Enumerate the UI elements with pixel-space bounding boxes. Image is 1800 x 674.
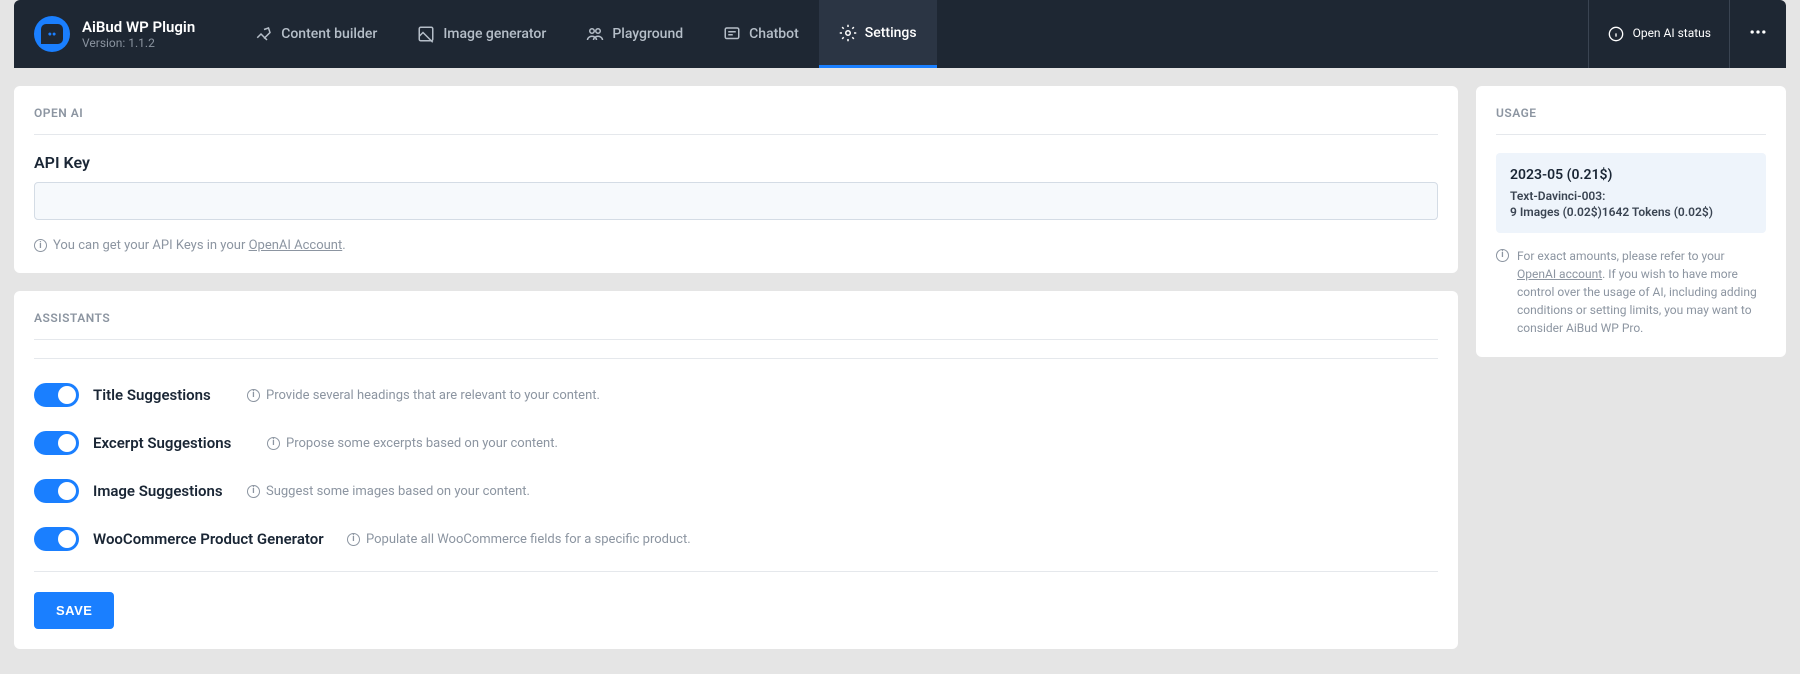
toggle-woocommerce-generator[interactable] [34, 527, 79, 551]
openai-account-link[interactable]: OpenAI account [1517, 267, 1602, 281]
toggle-desc: iPopulate all WooCommerce fields for a s… [347, 532, 691, 547]
nav-settings[interactable]: Settings [819, 0, 937, 68]
info-icon: i [247, 389, 260, 402]
usage-date: 2023-05 (0.21$) [1510, 167, 1752, 183]
assistants-panel: ASSISTANTS Title Suggestions iProvide se… [14, 291, 1458, 649]
nav-label: Settings [865, 25, 917, 41]
dots-horizontal-icon [1748, 22, 1768, 46]
nav-image-generator[interactable]: Image generator [397, 0, 566, 68]
info-icon: i [267, 437, 280, 450]
toggle-image-suggestions[interactable] [34, 479, 79, 503]
app-header: ●● AiBud WP Plugin Version: 1.1.2 Conten… [14, 0, 1786, 68]
api-key-label: API Key [34, 153, 1438, 172]
nav-label: Playground [612, 26, 683, 42]
chat-icon [723, 25, 741, 43]
usage-summary: 2023-05 (0.21$) Text-Davinci-003: 9 Imag… [1496, 153, 1766, 233]
api-key-help: i You can get your API Keys in your Open… [34, 238, 1438, 253]
usage-panel: USAGE 2023-05 (0.21$) Text-Davinci-003: … [1476, 86, 1786, 357]
gear-icon [839, 24, 857, 42]
usage-note: i For exact amounts, please refer to you… [1496, 247, 1766, 337]
toggle-label: Title Suggestions [93, 386, 233, 404]
status-label: Open AI status [1633, 27, 1711, 40]
nav-label: Content builder [281, 26, 377, 42]
api-key-input[interactable] [34, 182, 1438, 220]
main-nav: Content builder Image generator Playgrou… [235, 0, 936, 68]
panel-title: OPEN AI [34, 106, 1438, 135]
assistant-row-woocommerce-generator: WooCommerce Product Generator iPopulate … [34, 515, 1438, 563]
toggle-label: Excerpt Suggestions [93, 434, 253, 452]
toggle-excerpt-suggestions[interactable] [34, 431, 79, 455]
usage-model: Text-Davinci-003: [1510, 189, 1752, 203]
assistant-row-excerpt-suggestions: Excerpt Suggestions iPropose some excerp… [34, 419, 1438, 467]
users-icon [586, 25, 604, 43]
more-menu-button[interactable] [1729, 0, 1786, 68]
plugin-name: AiBud WP Plugin [82, 18, 195, 36]
nav-chatbot[interactable]: Chatbot [703, 0, 819, 68]
assistant-row-title-suggestions: Title Suggestions iProvide several headi… [34, 371, 1438, 419]
toggle-title-suggestions[interactable] [34, 383, 79, 407]
save-button[interactable]: SAVE [34, 592, 114, 629]
toggle-desc: iPropose some excerpts based on your con… [267, 436, 558, 451]
openai-status-link[interactable]: Open AI status [1588, 0, 1729, 68]
toggle-label: Image Suggestions [93, 482, 233, 500]
nav-label: Image generator [443, 26, 546, 42]
plugin-version: Version: 1.1.2 [82, 36, 195, 50]
image-icon [417, 25, 435, 43]
toggle-desc: iProvide several headings that are relev… [247, 388, 600, 403]
openai-panel: OPEN AI API Key i You can get your API K… [14, 86, 1458, 273]
pen-icon [255, 25, 273, 43]
info-icon: i [347, 533, 360, 546]
assistant-row-image-suggestions: Image Suggestions iSuggest some images b… [34, 467, 1438, 515]
info-circle-icon [1607, 25, 1625, 43]
nav-playground[interactable]: Playground [566, 0, 703, 68]
nav-content-builder[interactable]: Content builder [235, 0, 397, 68]
info-icon: i [1496, 249, 1509, 262]
openai-account-link[interactable]: OpenAI Account [249, 238, 343, 253]
nav-label: Chatbot [749, 26, 799, 42]
panel-title: USAGE [1496, 106, 1766, 135]
info-icon: i [247, 485, 260, 498]
toggle-desc: iSuggest some images based on your conte… [247, 484, 530, 499]
app-logo-icon: ●● [34, 16, 70, 52]
usage-details: 9 Images (0.02$)1642 Tokens (0.02$) [1510, 205, 1752, 219]
logo-section: ●● AiBud WP Plugin Version: 1.1.2 [34, 16, 195, 52]
toggle-label: WooCommerce Product Generator [93, 530, 333, 548]
panel-title: ASSISTANTS [34, 311, 1438, 340]
info-icon: i [34, 239, 47, 252]
